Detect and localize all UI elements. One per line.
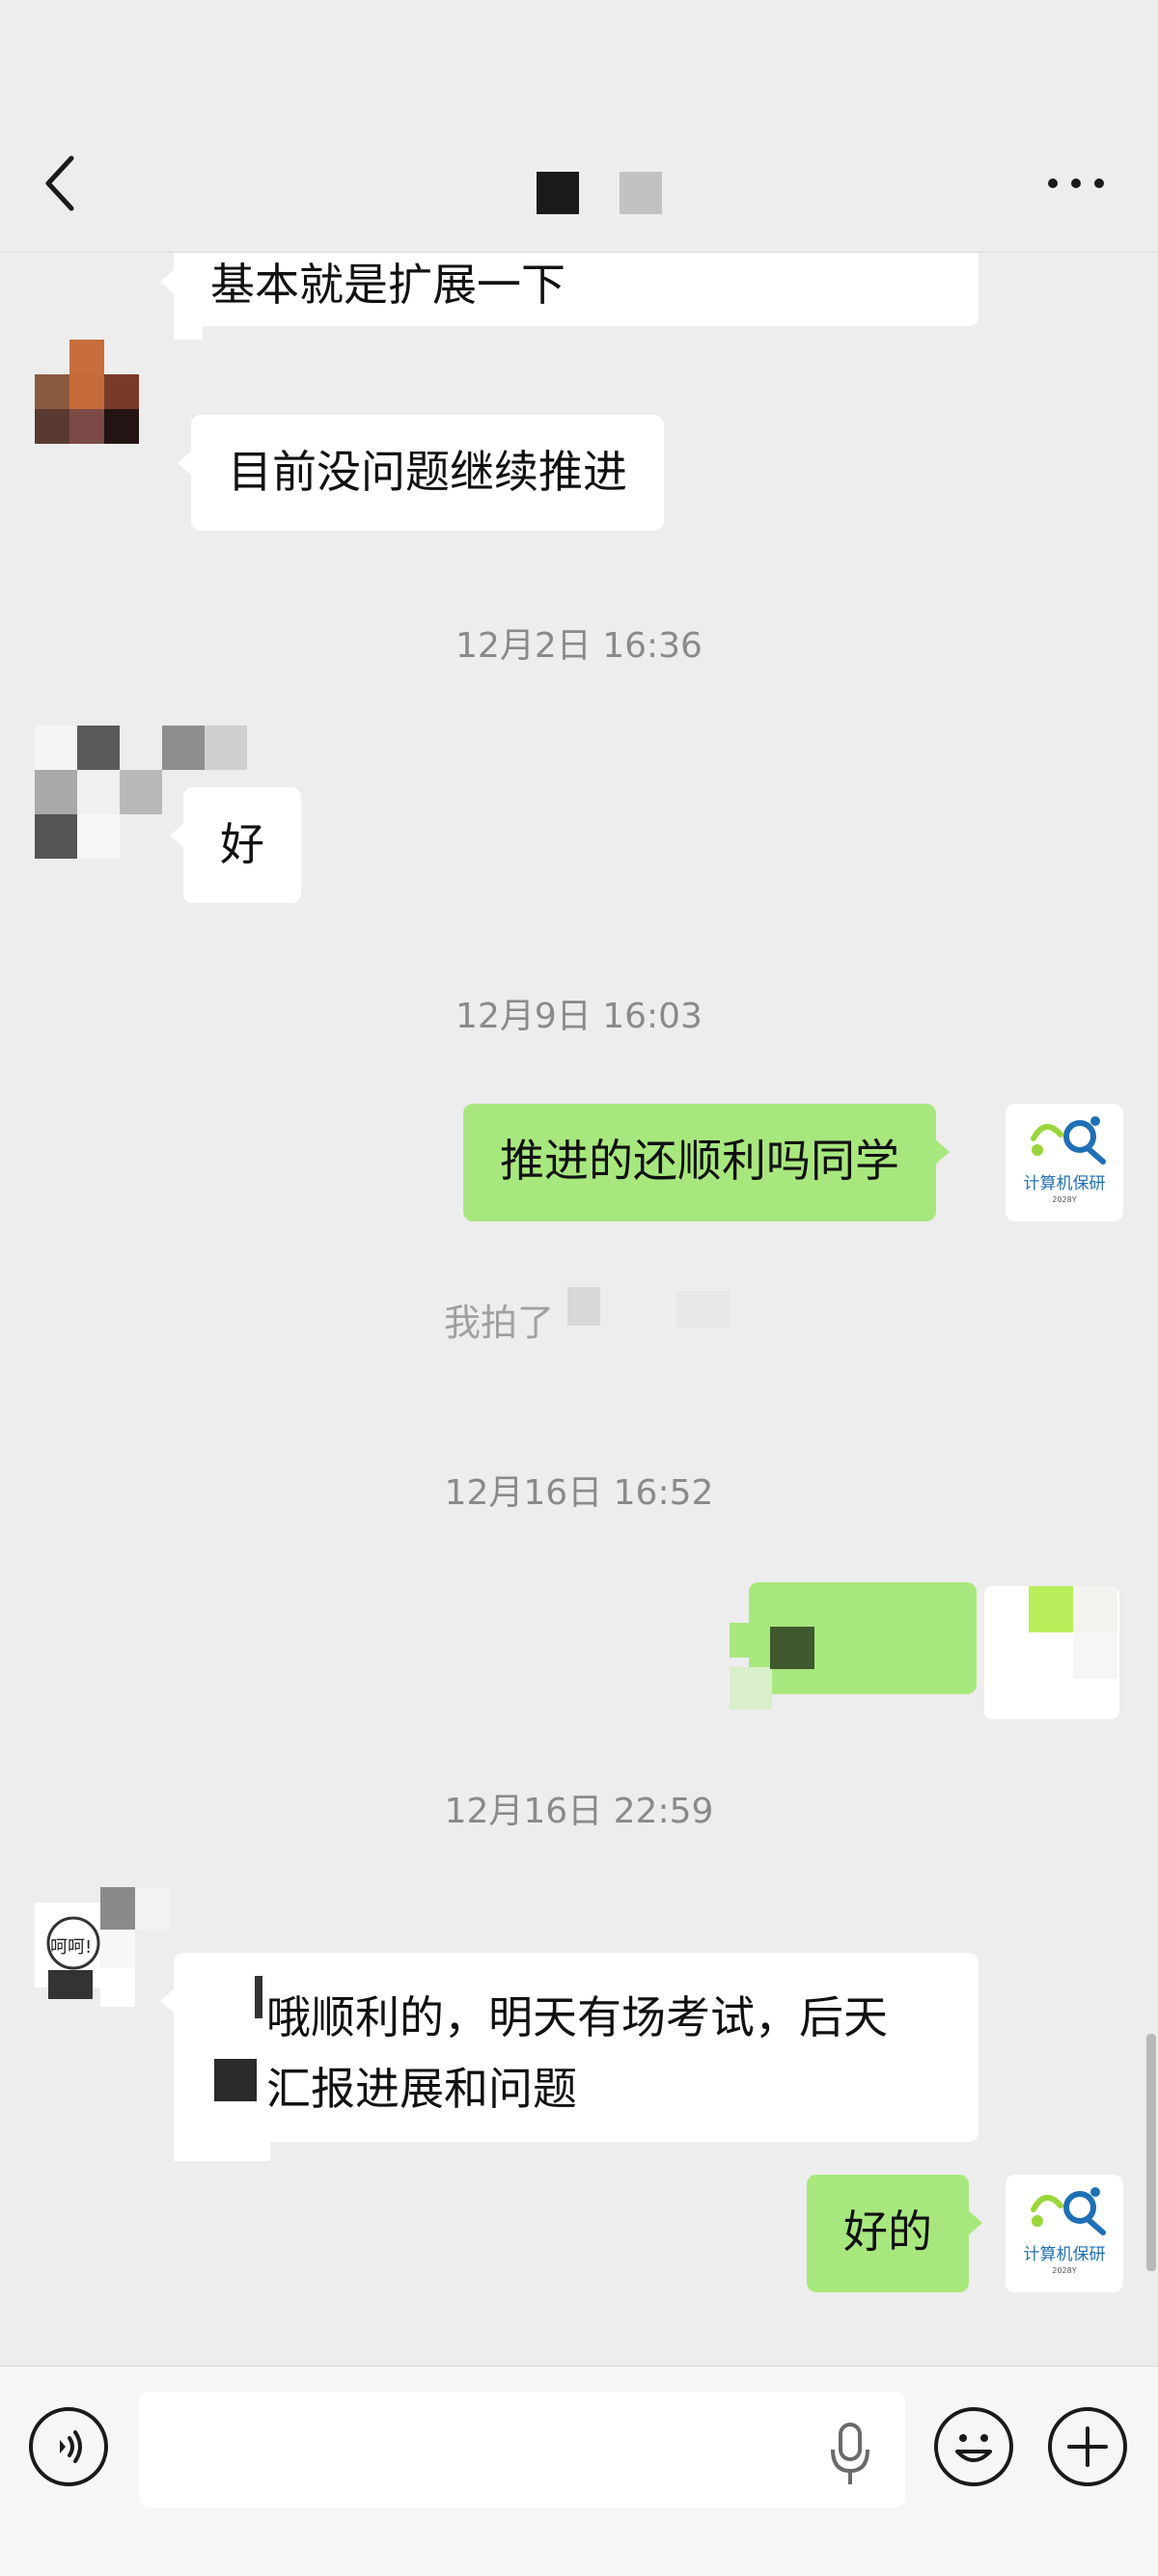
microphone-icon[interactable] <box>828 2421 872 2488</box>
logo-icon <box>1031 1116 1106 1165</box>
logo-name: 计算机保研 <box>1023 1174 1106 1193</box>
my-avatar[interactable] <box>984 1586 1119 1719</box>
message-input[interactable] <box>139 2392 905 2507</box>
voice-mode-button[interactable] <box>29 2407 108 2486</box>
mosaic-patch <box>255 1976 262 2018</box>
logo-sub: 2028Y <box>1052 1195 1077 1204</box>
more-options-button[interactable] <box>1042 154 1110 212</box>
mosaic-patch <box>730 1667 772 1710</box>
voice-icon <box>60 2430 82 2463</box>
chat-header <box>0 0 1158 253</box>
message-text: 好 <box>220 818 264 870</box>
mosaic-patch <box>214 2059 257 2101</box>
message-bubble-incoming[interactable]: 好 <box>170 787 301 903</box>
message-bubble-incoming[interactable]: 目前没问题继续推进 <box>178 415 664 531</box>
mosaic-patch <box>174 282 203 340</box>
contact-avatar[interactable] <box>35 340 174 479</box>
message-bubble-incoming[interactable]: 哦顺利的，明天有场考试，后天 汇报进展和问题 <box>160 1953 979 2142</box>
message-text: 好的 <box>843 2206 932 2258</box>
message-bubble-outgoing[interactable]: 好的 <box>807 2175 982 2292</box>
logo-name: 计算机保研 <box>1023 2245 1106 2264</box>
emoji-button[interactable] <box>934 2407 1013 2486</box>
message-text-line: 哦顺利的，明天有场考试，后天 <box>266 1991 888 2043</box>
redacted-title-block <box>620 172 662 214</box>
timestamp: 12月2日 16:36 <box>455 626 703 666</box>
redacted-title-block <box>537 172 579 214</box>
emoji-icon <box>955 2434 992 2462</box>
message-text: 推进的还顺利吗同学 <box>500 1135 899 1187</box>
message-text-line: 汇报进展和问题 <box>266 2063 577 2115</box>
chat-title <box>425 164 733 222</box>
plus-icon <box>1067 2426 1108 2467</box>
more-functions-button[interactable] <box>1048 2407 1127 2486</box>
input-bar <box>0 2366 1158 2576</box>
back-button[interactable] <box>35 145 93 222</box>
message-bubble-incoming[interactable]: 基本就是扩展一下 <box>160 253 979 326</box>
my-avatar[interactable]: 计算机保研 2028Y <box>1006 1104 1123 1221</box>
timestamp: 12月16日 16:52 <box>444 1473 714 1513</box>
message-text: 基本就是扩展一下 <box>210 259 565 311</box>
svg-text:呵呵!: 呵呵! <box>50 1937 92 1958</box>
mosaic-patch <box>730 1623 768 1658</box>
mosaic-patch <box>174 2134 270 2161</box>
sketch-avatar-icon: 呵呵! <box>35 1887 170 2007</box>
scrollbar[interactable] <box>1146 2034 1156 2271</box>
logo-sub: 2028Y <box>1052 2266 1077 2275</box>
message-bubble-outgoing[interactable]: 推进的还顺利吗同学 <box>463 1104 950 1221</box>
more-dots-icon <box>1048 178 1058 188</box>
back-arrow-icon <box>45 155 74 211</box>
mosaic-patch <box>567 1287 600 1326</box>
contact-avatar[interactable]: 呵呵! <box>35 1887 174 2013</box>
system-note: 我拍了 <box>444 1302 555 1344</box>
logo-icon <box>1031 2187 1106 2235</box>
mosaic-patch <box>676 1291 730 1328</box>
my-avatar[interactable]: 计算机保研 2028Y <box>1006 2175 1123 2292</box>
timestamp: 12月9日 16:03 <box>455 997 703 1036</box>
timestamp: 12月16日 22:59 <box>444 1792 714 1831</box>
message-text: 目前没问题继续推进 <box>228 446 627 498</box>
mosaic-patch <box>770 1627 814 1669</box>
message-list[interactable]: 基本就是扩展一下 目前没问题继续推进 12月2日 16:36 好 12月9日 1… <box>0 253 1158 2366</box>
